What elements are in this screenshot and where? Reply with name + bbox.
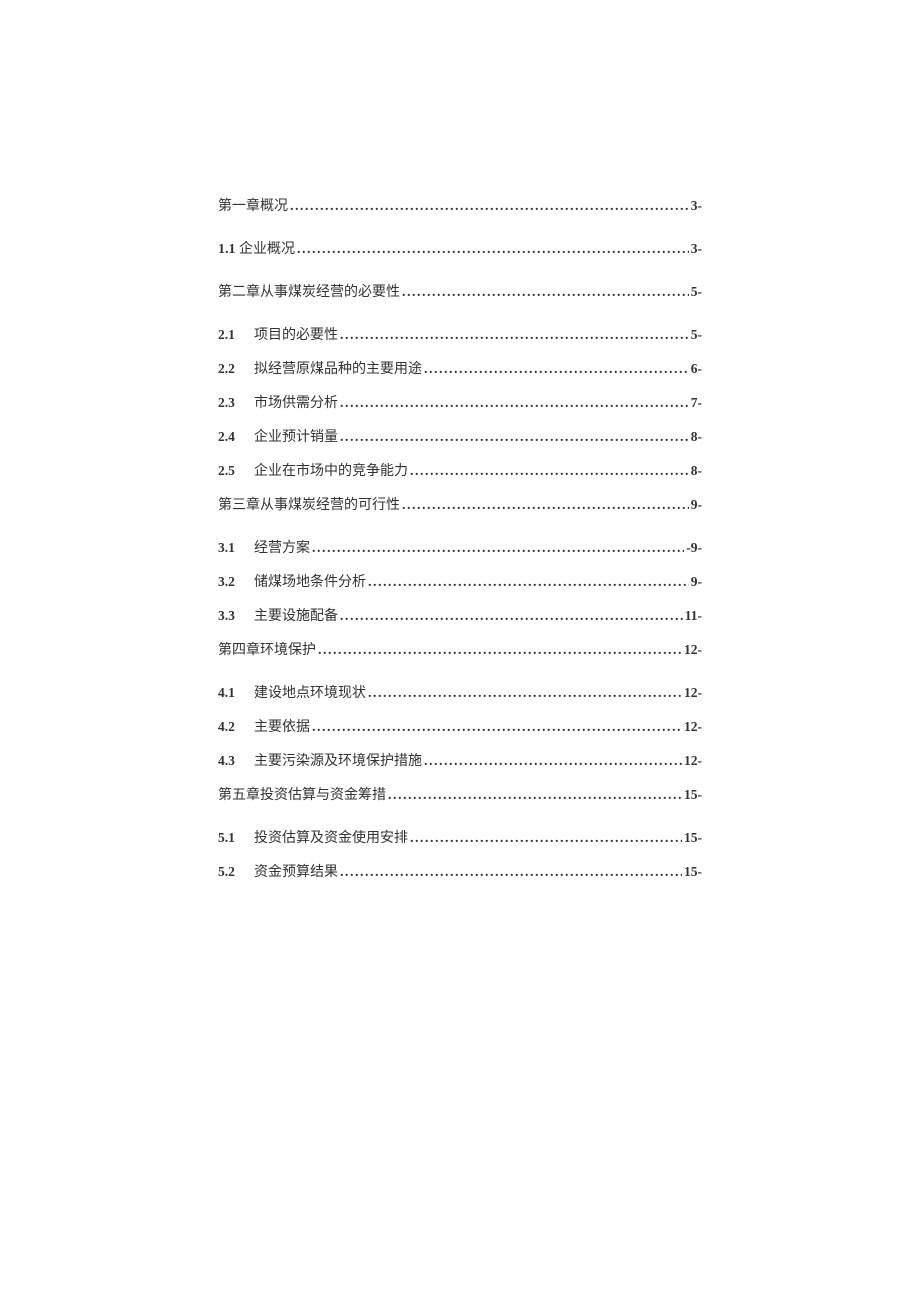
toc-sub-5-1: 5.1 投资估算及资金使用安排 15- — [218, 827, 702, 847]
toc-section-num: 3.2 — [218, 574, 254, 590]
toc-label: 1.1 企业概况 — [218, 238, 295, 258]
toc-page-num: 9- — [691, 574, 702, 590]
toc-page-num: 9- — [691, 497, 702, 513]
toc-page-num: 5- — [691, 327, 702, 343]
toc-section-num: 4.2 — [218, 719, 254, 735]
toc-title: 第四章环境保护 — [218, 639, 316, 659]
toc-leader-dots — [340, 430, 689, 446]
toc-sub-2-3: 2.3 市场供需分析 7- — [218, 392, 702, 412]
toc-title: 企业预计销量 — [254, 426, 338, 446]
toc-page-num: 12- — [684, 685, 702, 701]
toc-leader-dots — [312, 541, 684, 557]
toc-leader-dots — [424, 362, 689, 378]
toc-section-num: 2.2 — [218, 361, 254, 377]
toc-leader-dots — [402, 285, 689, 301]
toc-sub-5-2: 5.2 资金预算结果 15- — [218, 861, 702, 881]
toc-title: 企业在市场中的竞争能力 — [254, 460, 408, 480]
toc-section-num: 3.3 — [218, 608, 254, 624]
toc-page-num: 8- — [691, 429, 702, 445]
toc-leader-dots — [318, 643, 682, 659]
toc-sub-3-2: 3.2 储煤场地条件分析 9- — [218, 571, 702, 591]
toc-section-num: 5.1 — [218, 830, 254, 846]
toc-leader-dots — [340, 396, 689, 412]
toc-chapter-2: 第二章从事煤炭经营的必要性 5- — [218, 281, 702, 301]
toc-page-num: 12- — [684, 753, 702, 769]
toc-title: 储煤场地条件分析 — [254, 571, 366, 591]
toc-leader-dots — [297, 242, 689, 258]
toc-leader-dots — [368, 575, 689, 591]
toc-page-num: 3- — [691, 198, 702, 214]
toc-sub-3-3: 3.3 主要设施配备 11- — [218, 605, 702, 625]
toc-page: 第一章概况 3- 1.1 企业概况 3- 第二章从事煤炭经营的必要性 5- 2.… — [0, 0, 920, 881]
toc-sub-2-2: 2.2 拟经营原煤品种的主要用途 6- — [218, 358, 702, 378]
toc-page-num: 5- — [691, 284, 702, 300]
toc-sub-2-5: 2.5 企业在市场中的竞争能力 8- — [218, 460, 702, 480]
toc-title: 主要污染源及环境保护措施 — [254, 750, 422, 770]
toc-sub-4-3: 4.3 主要污染源及环境保护措施 12- — [218, 750, 702, 770]
toc-sub-4-1: 4.1 建设地点环境现状 12- — [218, 682, 702, 702]
toc-leader-dots — [410, 464, 689, 480]
toc-title: 建设地点环境现状 — [254, 682, 366, 702]
toc-title: 拟经营原煤品种的主要用途 — [254, 358, 422, 378]
toc-page-num: 15- — [684, 787, 702, 803]
toc-leader-dots — [368, 686, 682, 702]
toc-leader-dots — [290, 199, 689, 215]
toc-page-num: 8- — [691, 463, 702, 479]
toc-title: 投资估算及资金使用安排 — [254, 827, 408, 847]
toc-page-num: -9- — [686, 540, 702, 556]
toc-page-num: 12- — [684, 642, 702, 658]
toc-page-num: 12- — [684, 719, 702, 735]
toc-page-num: 11- — [685, 608, 702, 624]
toc-leader-dots — [402, 498, 689, 514]
toc-title: 第五章投资估算与资金筹措 — [218, 784, 386, 804]
toc-leader-dots — [340, 328, 689, 344]
toc-page-num: 7- — [691, 395, 702, 411]
toc-leader-dots — [388, 788, 682, 804]
toc-section-num: 4.3 — [218, 753, 254, 769]
toc-sub-2-1: 2.1 项目的必要性 5- — [218, 324, 702, 344]
toc-chapter-4: 第四章环境保护 12- — [218, 639, 702, 659]
toc-section-num: 2.5 — [218, 463, 254, 479]
toc-section-num: 2.3 — [218, 395, 254, 411]
toc-title: 第三章从事煤炭经营的可行性 — [218, 494, 400, 514]
toc-title: 第二章从事煤炭经营的必要性 — [218, 281, 400, 301]
toc-sub-4-2: 4.2 主要依据 12- — [218, 716, 702, 736]
toc-leader-dots — [424, 754, 682, 770]
toc-section-num: 3.1 — [218, 540, 254, 556]
toc-leader-dots — [312, 720, 682, 736]
toc-title: 经营方案 — [254, 537, 310, 557]
toc-page-num: 15- — [684, 864, 702, 880]
toc-chapter-1: 第一章概况 3- — [218, 195, 702, 215]
toc-leader-dots — [410, 831, 682, 847]
toc-sub-1-1: 1.1 企业概况 3- — [218, 238, 702, 258]
toc-section-num: 2.1 — [218, 327, 254, 343]
toc-leader-dots — [340, 609, 683, 625]
toc-title: 主要设施配备 — [254, 605, 338, 625]
toc-section-num: 5.2 — [218, 864, 254, 880]
toc-title: 资金预算结果 — [254, 861, 338, 881]
toc-title: 第一章概况 — [218, 195, 288, 215]
toc-section-num: 4.1 — [218, 685, 254, 701]
toc-chapter-3: 第三章从事煤炭经营的可行性 9- — [218, 494, 702, 514]
toc-leader-dots — [340, 865, 682, 881]
toc-title: 项目的必要性 — [254, 324, 338, 344]
toc-title: 市场供需分析 — [254, 392, 338, 412]
toc-page-num: 15- — [684, 830, 702, 846]
toc-section-num: 2.4 — [218, 429, 254, 445]
toc-title: 主要依据 — [254, 716, 310, 736]
toc-sub-3-1: 3.1 经营方案 -9- — [218, 537, 702, 557]
toc-page-num: 3- — [691, 241, 702, 257]
toc-chapter-5: 第五章投资估算与资金筹措 15- — [218, 784, 702, 804]
toc-page-num: 6- — [691, 361, 702, 377]
toc-sub-2-4: 2.4 企业预计销量 8- — [218, 426, 702, 446]
